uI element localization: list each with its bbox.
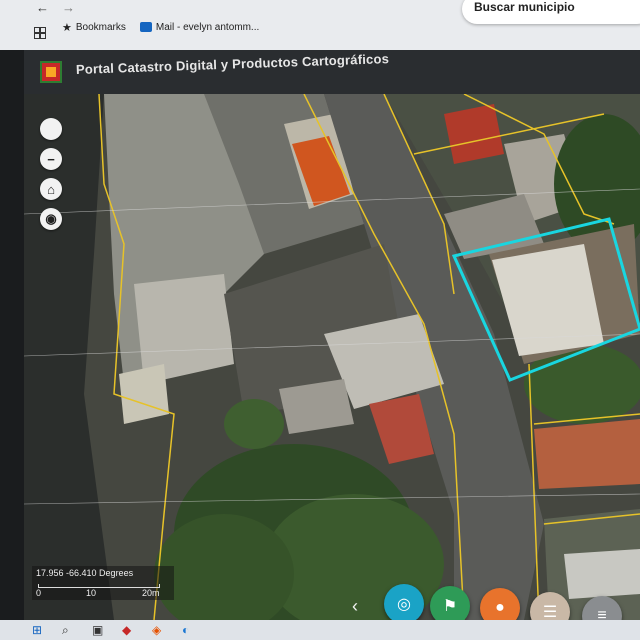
apps-grid-icon[interactable] (34, 27, 46, 39)
binoculars-button[interactable]: ◎ (384, 584, 424, 624)
scale-label: 0 (36, 588, 42, 598)
zoom-out-button[interactable]: − (40, 148, 62, 170)
forward-icon[interactable]: → (62, 0, 75, 15)
task-view-icon[interactable]: ▣ (92, 623, 103, 637)
bookmark-folder[interactable]: ★ Bookmarks (62, 21, 126, 34)
star-icon: ★ (62, 21, 72, 34)
bookmarks-bar: ★ Bookmarks Mail - evelyn antomm... (62, 18, 259, 36)
scale-label: 10 (86, 588, 97, 598)
aerial-map[interactable]: − ⌂ ◉ (24, 94, 640, 620)
coordinates-text: 17.956 -66.410 Degrees (36, 568, 134, 578)
bookmark-label: Bookmarks (75, 21, 126, 33)
bookmark-mail[interactable]: Mail - evelyn antomm... (139, 21, 260, 33)
app-logo-icon (40, 61, 62, 83)
binoculars-icon: ◎ (397, 596, 411, 613)
scale-label: 20m (142, 588, 160, 598)
taskbar: ⊞ ⌕ ▣ ◆ ◈ ◐ (0, 620, 640, 640)
flag-icon: ⚑ (442, 598, 458, 615)
home-button[interactable]: ⌂ (40, 178, 62, 200)
locate-button[interactable]: ◉ (40, 208, 62, 230)
mail-icon (139, 22, 152, 32)
map-control-blank[interactable] (40, 118, 62, 140)
chevron-left-icon[interactable]: ‹ (352, 596, 358, 617)
home-icon: ⌂ (47, 181, 55, 197)
layers-icon: ☰ (542, 604, 558, 621)
page-title: Portal Catastro Digital y Productos Cart… (75, 51, 390, 77)
locate-icon: ◉ (45, 211, 57, 226)
back-icon[interactable]: ← (36, 0, 49, 15)
map-imagery (24, 94, 640, 620)
bookmark-label: Mail - evelyn antomm... (155, 21, 260, 33)
search-municipality-button[interactable]: Buscar municipio (462, 0, 640, 24)
coordinate-readout: 17.956 -66.410 Degrees 0 10 20m (32, 566, 174, 600)
windows-start-icon[interactable]: ⊞ (32, 623, 42, 637)
palette-icon: ● (495, 599, 505, 616)
app-header: Portal Catastro Digital y Productos Cart… (24, 50, 640, 94)
browser-icon[interactable]: ◐ (182, 623, 189, 637)
search-icon[interactable]: ⌕ (62, 623, 69, 637)
minus-icon: − (47, 151, 55, 167)
app-icon[interactable]: ◆ (122, 623, 131, 637)
browser-chrome: ← → ★ Bookmarks Mail - evelyn antomm... … (0, 0, 640, 50)
app-icon[interactable]: ◈ (152, 623, 161, 637)
